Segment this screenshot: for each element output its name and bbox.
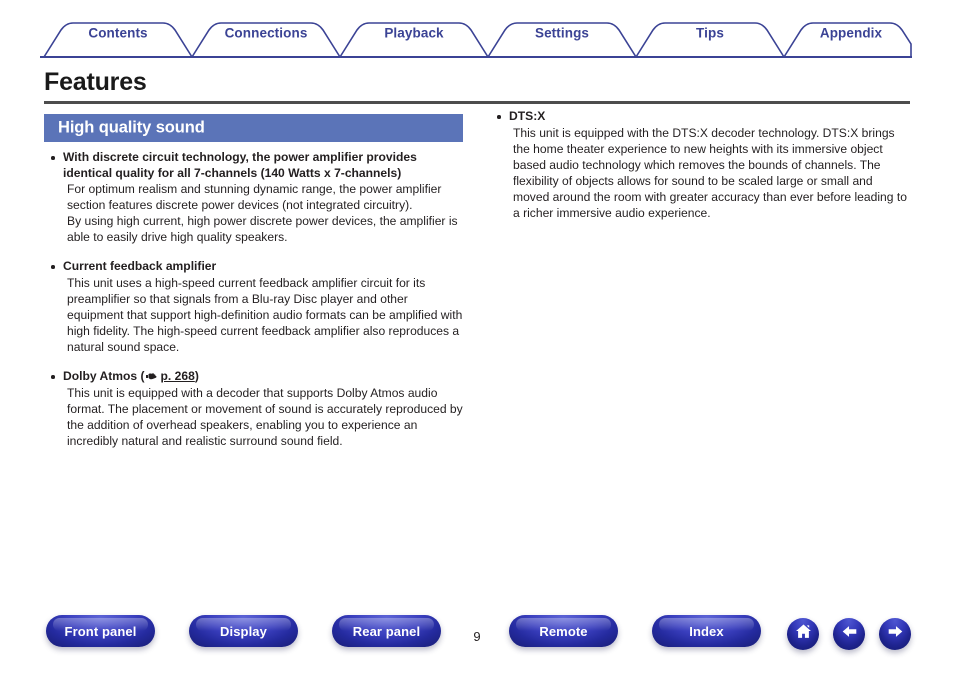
feature-body: This unit uses a high-speed current feed… (44, 275, 464, 355)
title-divider (44, 101, 910, 104)
page-number: 9 (473, 629, 481, 644)
forward-button[interactable] (879, 618, 911, 650)
feature-item: With discrete circuit technology, the po… (44, 150, 464, 245)
front-panel-button-label: Front panel (64, 623, 137, 639)
bullet-icon (497, 115, 501, 119)
content-column-right: DTS:X This unit is equipped with the DTS… (490, 109, 910, 231)
home-icon (794, 622, 813, 646)
feature-item: Current feedback amplifier This unit use… (44, 259, 464, 355)
section-heading-label: High quality sound (58, 118, 205, 137)
tab-bar: Contents Connections Playback Settings T… (0, 0, 954, 58)
page-reference-text[interactable]: p. 268 (161, 369, 195, 383)
feature-heading-text: Dolby Atmos ( (63, 369, 145, 384)
feature-paragraph: By using high current, high power discre… (67, 214, 458, 245)
front-panel-button[interactable]: Front panel (46, 615, 155, 647)
arrow-left-icon (840, 622, 859, 646)
bullet-icon (51, 265, 55, 269)
feature-paragraph: This unit is equipped with a decoder tha… (67, 385, 463, 449)
feature-item: Dolby Atmos ( p. 268) This unit is equipp… (44, 369, 464, 449)
remote-button-label: Remote (539, 623, 588, 639)
tab-contents[interactable]: Contents (88, 26, 147, 41)
remote-button[interactable]: Remote (509, 615, 618, 647)
page-title: Features (44, 68, 147, 96)
tab-settings[interactable]: Settings (535, 26, 589, 41)
feature-heading-suffix: ) (194, 369, 199, 384)
footer: Front panel Display Rear panel 9 Remote … (0, 615, 954, 673)
display-button-label: Display (220, 623, 267, 639)
arrow-right-icon (886, 622, 905, 646)
rear-panel-button[interactable]: Rear panel (332, 615, 441, 647)
tab-tips[interactable]: Tips (696, 26, 724, 41)
tab-baseline (40, 56, 912, 58)
feature-paragraph: This unit uses a high-speed current feed… (67, 275, 463, 355)
feature-heading-text: DTS:X (509, 109, 546, 123)
home-button[interactable] (787, 618, 819, 650)
bullet-icon (51, 375, 55, 379)
feature-item: DTS:X This unit is equipped with the DTS… (490, 109, 910, 221)
rear-panel-button-label: Rear panel (352, 623, 421, 639)
feature-paragraph: This unit is equipped with the DTS:X dec… (513, 125, 907, 220)
feature-heading: DTS:X (490, 109, 910, 125)
index-button[interactable]: Index (652, 615, 761, 647)
feature-body: This unit is equipped with the DTS:X dec… (490, 125, 910, 222)
feature-body: For optimum realism and stunning dynamic… (44, 181, 464, 245)
page-reference-link[interactable]: p. 268 (145, 369, 195, 383)
display-button[interactable]: Display (189, 615, 298, 647)
feature-heading: Dolby Atmos ( p. 268) (44, 369, 464, 385)
back-button[interactable] (833, 618, 865, 650)
pointing-hand-icon (145, 371, 160, 382)
feature-heading-text: Current feedback amplifier (63, 259, 217, 274)
feature-body: This unit is equipped with a decoder tha… (44, 385, 464, 449)
feature-heading: With discrete circuit technology, the po… (44, 150, 464, 181)
tab-connections[interactable]: Connections (225, 26, 308, 41)
section-heading-band: High quality sound (44, 114, 463, 142)
bullet-icon (51, 156, 55, 160)
index-button-label: Index (689, 623, 724, 639)
feature-heading-text: With discrete circuit technology, the po… (63, 150, 417, 180)
tab-appendix[interactable]: Appendix (820, 26, 882, 41)
feature-heading: Current feedback amplifier (44, 259, 464, 275)
feature-paragraph: For optimum realism and stunning dynamic… (67, 182, 442, 213)
tab-playback[interactable]: Playback (384, 26, 443, 41)
content-column-left: With discrete circuit technology, the po… (44, 150, 464, 459)
